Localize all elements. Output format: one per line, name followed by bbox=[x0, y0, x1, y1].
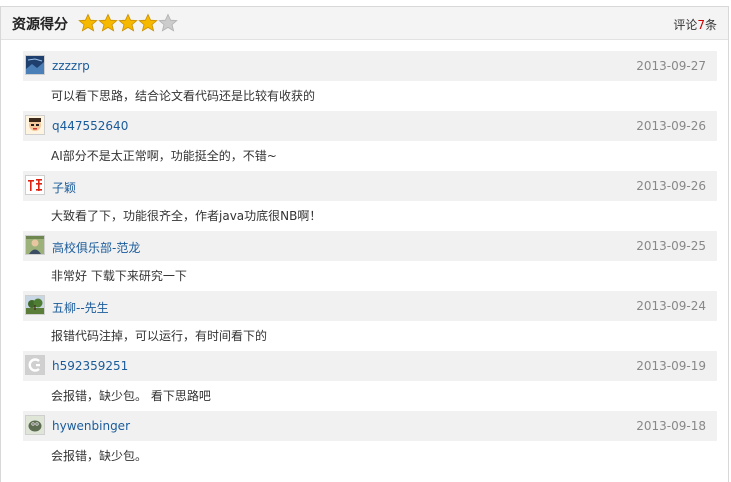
comment-item: 子颖 2013-09-26 大致看了下，功能很齐全，作者java功底很NB啊！ bbox=[23, 171, 717, 231]
comment-date: 2013-09-19 bbox=[636, 359, 706, 373]
comment-text: 报错代码注掉，可以运行，有时间看下的 bbox=[51, 329, 268, 343]
comment-date: 2013-09-25 bbox=[636, 239, 706, 253]
comment-item: h592359251 2013-09-19 会报错，缺少包。 看下思路吧 bbox=[23, 351, 717, 411]
avatar[interactable] bbox=[25, 355, 45, 375]
comment-text: 会报错，缺少包。 看下思路吧 bbox=[51, 389, 211, 403]
star-icon bbox=[78, 13, 98, 32]
comment-header: 子颖 2013-09-26 bbox=[23, 171, 717, 201]
comment-username[interactable]: 高校俱乐部-范龙 bbox=[52, 239, 140, 256]
avatar[interactable] bbox=[25, 115, 45, 135]
comment-item: 五柳--先生 2013-09-24 报错代码注掉，可以运行，有时间看下的 bbox=[23, 291, 717, 351]
comment-text: 大致看了下，功能很齐全，作者java功底很NB啊！ bbox=[51, 209, 322, 223]
comment-username[interactable]: 五柳--先生 bbox=[52, 299, 109, 316]
comment-count-value: 7 bbox=[697, 18, 705, 32]
comment-item: zzzzrp 2013-09-27 可以看下思路，结合论文看代码还是比较有收获的 bbox=[23, 51, 717, 111]
panel-header: 资源得分 评论7条 bbox=[1, 7, 728, 40]
star-icon bbox=[158, 13, 178, 32]
comment-list: zzzzrp 2013-09-27 可以看下思路，结合论文看代码还是比较有收获的… bbox=[23, 51, 717, 471]
avatar[interactable] bbox=[25, 295, 45, 315]
comment-username[interactable]: zzzzrp bbox=[52, 59, 90, 73]
comment-username[interactable]: h592359251 bbox=[52, 359, 128, 373]
comment-date: 2013-09-27 bbox=[636, 59, 706, 73]
comment-date: 2013-09-26 bbox=[636, 119, 706, 133]
panel-title: 资源得分 bbox=[12, 17, 68, 33]
comment-text: 可以看下思路，结合论文看代码还是比较有收获的 bbox=[51, 89, 316, 103]
comment-header: zzzzrp 2013-09-27 bbox=[23, 51, 717, 81]
star-icon bbox=[98, 13, 118, 32]
avatar[interactable] bbox=[25, 235, 45, 255]
comment-header: 高校俱乐部-范龙 2013-09-25 bbox=[23, 231, 717, 261]
comment-text: 会报错，缺少包。 bbox=[51, 449, 148, 463]
comment-item: q447552640 2013-09-26 AI部分不是太正常啊，功能挺全的，不… bbox=[23, 111, 717, 171]
comment-header: 五柳--先生 2013-09-24 bbox=[23, 291, 717, 321]
comment-item: 高校俱乐部-范龙 2013-09-25 非常好 下载下来研究一下 bbox=[23, 231, 717, 291]
comment-header: hywenbinger 2013-09-18 bbox=[23, 411, 717, 441]
comment-date: 2013-09-26 bbox=[636, 179, 706, 193]
star-icon bbox=[118, 13, 138, 32]
comment-header: h592359251 2013-09-19 bbox=[23, 351, 717, 381]
comment-text: AI部分不是太正常啊，功能挺全的，不错~ bbox=[51, 149, 277, 163]
avatar[interactable] bbox=[25, 55, 45, 75]
resource-rating-panel: 资源得分 评论7条 zzzzrp 2013-09-27 可以看下思路，结合论文看… bbox=[0, 6, 729, 482]
comment-count-prefix: 评论 bbox=[673, 18, 698, 32]
star-icon bbox=[138, 13, 158, 32]
star-rating bbox=[78, 13, 178, 33]
comment-item: hywenbinger 2013-09-18 会报错，缺少包。 bbox=[23, 411, 717, 471]
avatar[interactable] bbox=[25, 175, 45, 195]
comment-username[interactable]: q447552640 bbox=[52, 119, 128, 133]
comment-text: 非常好 下载下来研究一下 bbox=[51, 269, 187, 283]
comment-date: 2013-09-24 bbox=[636, 299, 706, 313]
avatar[interactable] bbox=[25, 415, 45, 435]
comment-count-suffix: 条 bbox=[704, 18, 717, 32]
comment-header: q447552640 2013-09-26 bbox=[23, 111, 717, 141]
comment-count: 评论7条 bbox=[673, 16, 717, 33]
comment-username[interactable]: 子颖 bbox=[52, 179, 76, 196]
comment-date: 2013-09-18 bbox=[636, 419, 706, 433]
comment-username[interactable]: hywenbinger bbox=[52, 419, 130, 433]
